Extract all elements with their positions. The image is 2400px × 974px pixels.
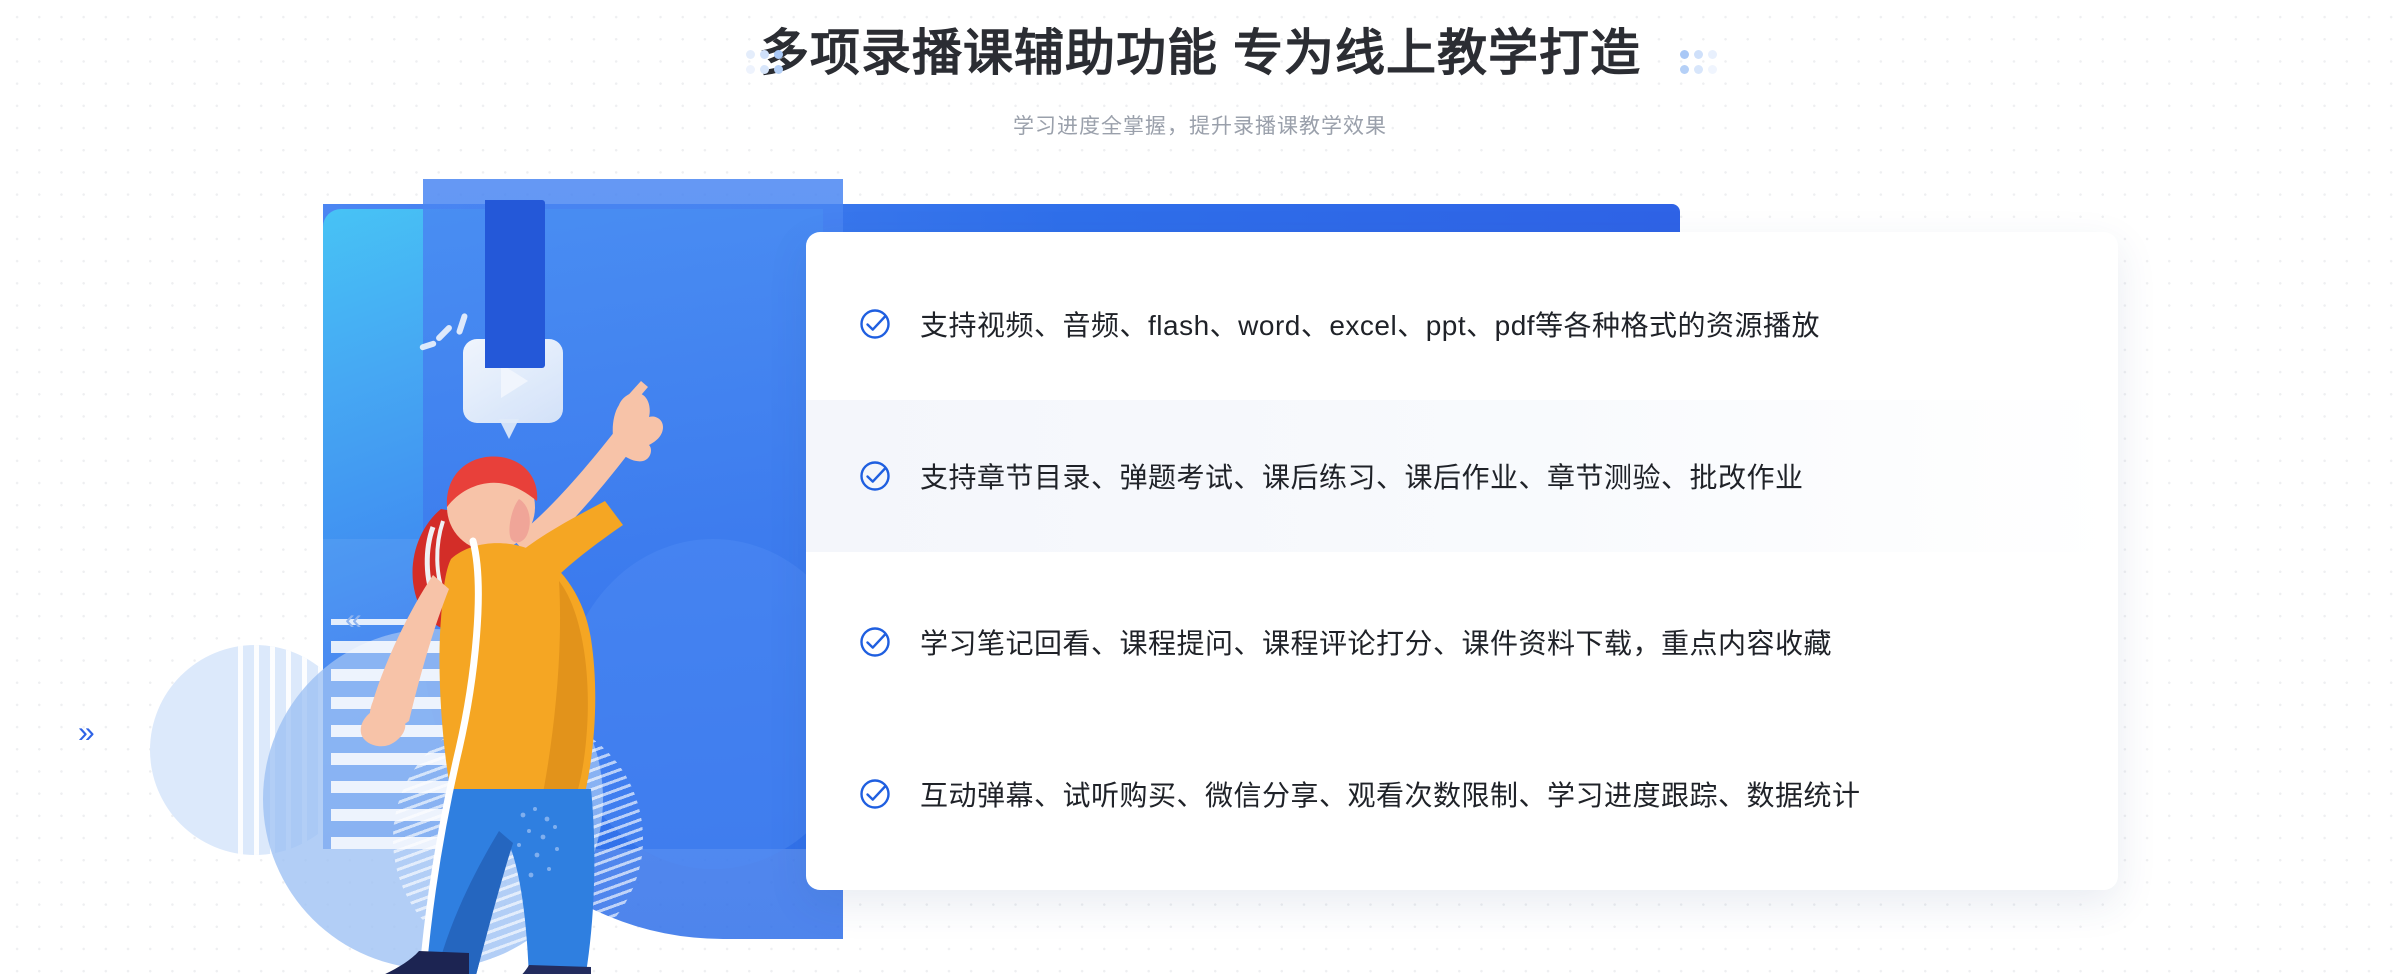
header: 多项录播课辅助功能 专为线上教学打造 学习进度全掌握，提升录播课教学效果 xyxy=(0,0,2400,160)
feature-row[interactable]: 互动弹幕、试听购买、微信分享、观看次数限制、学习进度跟踪、数据统计 xyxy=(806,718,2118,870)
feature-row[interactable]: 支持章节目录、弹题考试、课后练习、课后作业、章节测验、批改作业 xyxy=(806,400,2118,552)
dot-grid-icon-right xyxy=(1680,50,1722,80)
person-illustration xyxy=(360,381,663,974)
page-stage: 多项录播课辅助功能 专为线上教学打造 学习进度全掌握，提升录播课教学效果 » «… xyxy=(0,0,2400,974)
features-card: 支持视频、音频、flash、word、excel、ppt、pdf等各种格式的资源… xyxy=(806,232,2118,890)
feature-text: 支持视频、音频、flash、word、excel、ppt、pdf等各种格式的资源… xyxy=(920,310,1821,341)
feature-text: 互动弹幕、试听购买、微信分享、观看次数限制、学习进度跟踪、数据统计 xyxy=(920,780,1861,811)
feature-text: 学习笔记回看、课程提问、课程评论打分、课件资料下载，重点内容收藏 xyxy=(920,628,1833,659)
feature-row[interactable]: 学习笔记回看、课程提问、课程评论打分、课件资料下载，重点内容收藏 xyxy=(806,566,2118,718)
page-subtitle: 学习进度全掌握，提升录播课教学效果 xyxy=(1013,115,1387,138)
feature-row[interactable]: 支持视频、音频、flash、word、excel、ppt、pdf等各种格式的资源… xyxy=(806,248,2118,400)
chevron-right-double-icon: » xyxy=(78,716,95,749)
dot-grid-icon-left xyxy=(746,50,788,80)
page-title: 多项录播课辅助功能 专为线上教学打造 xyxy=(759,25,1641,81)
feature-text: 支持章节目录、弹题考试、课后练习、课后作业、章节测验、批改作业 xyxy=(920,462,1804,493)
